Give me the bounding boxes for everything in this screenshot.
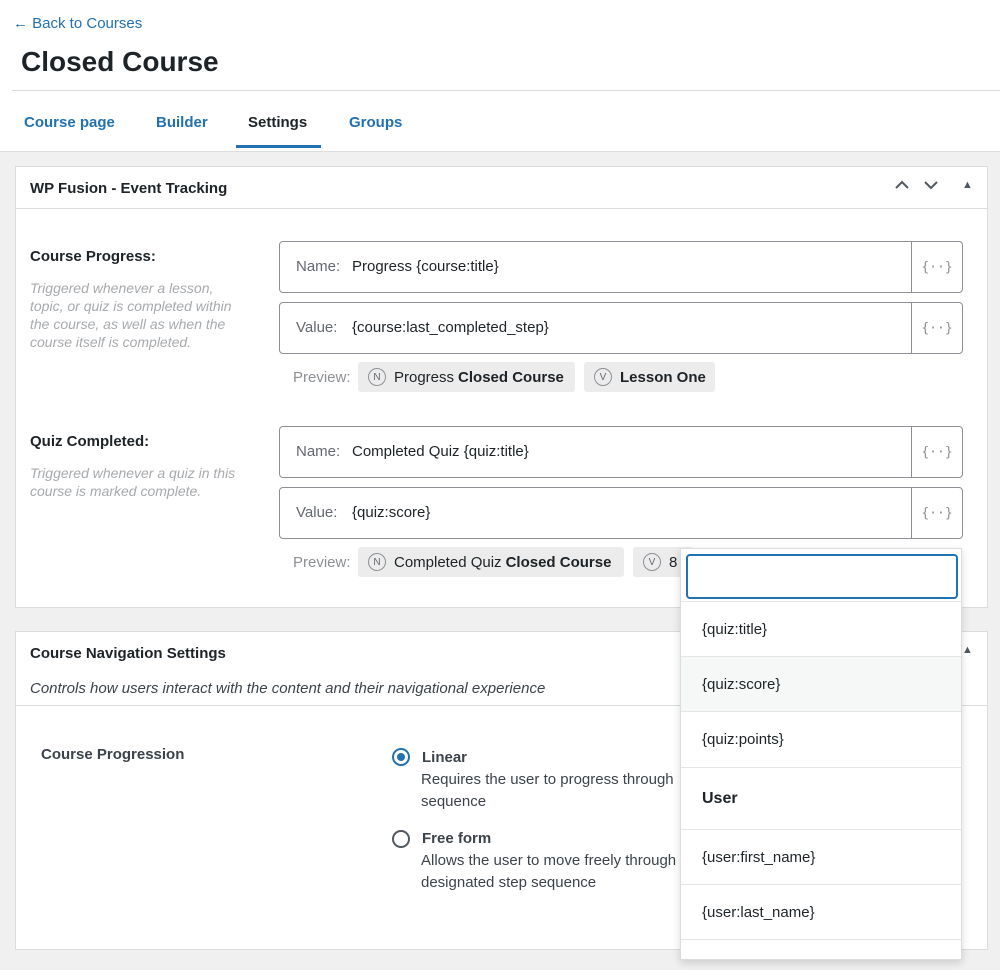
move-down-icon[interactable] (923, 177, 939, 196)
linear-option-description-line2: sequence (421, 793, 487, 810)
merge-tag-button[interactable]: {··} (911, 303, 962, 353)
back-to-courses-link[interactable]: ← Back to Courses (13, 15, 142, 32)
panel-divider (16, 208, 987, 209)
free-form-option-description-line1: Allows the user to move freely through (421, 852, 677, 869)
panel-title: Course Navigation Settings (30, 645, 226, 662)
chip-text: Completed Quiz (394, 553, 502, 571)
dropdown-option-quiz-score[interactable]: {quiz:score} (681, 656, 961, 712)
linear-option-title: Linear (422, 749, 468, 766)
quiz-completed-label: Quiz Completed: (30, 433, 150, 450)
free-form-radio[interactable] (392, 830, 410, 848)
field-value: Progress {course:title} (352, 258, 499, 275)
tab-groups[interactable]: Groups (349, 114, 402, 131)
page-title: Closed Course (21, 46, 219, 77)
merge-tag-button[interactable]: {··} (911, 242, 962, 292)
preview-label: Preview: (293, 369, 351, 386)
quiz-completed-description: Triggered whenever a quiz in this course… (30, 465, 236, 499)
merge-tag-button[interactable]: {··} (911, 488, 962, 538)
active-tab-indicator (236, 145, 321, 148)
linear-radio[interactable] (392, 748, 410, 766)
header-divider (12, 90, 1000, 91)
chip-text: Progress (394, 368, 455, 386)
tab-course-page[interactable]: Course page (24, 114, 115, 131)
course-progress-label: Course Progress: (30, 248, 156, 265)
dropdown-group-user: User (681, 767, 961, 829)
quiz-completed-name-field[interactable]: Name: Completed Quiz {quiz:title} {··} (279, 426, 963, 478)
course-progression-label: Course Progression (41, 746, 185, 763)
free-form-option-title: Free form (422, 830, 492, 847)
dropdown-option-user-first-name[interactable]: {user:first_name} (681, 829, 961, 885)
chip-bold-text: Closed Course (505, 553, 612, 571)
merge-tag-button[interactable]: {··} (911, 427, 962, 477)
collapse-toggle-icon[interactable]: ▲ (962, 179, 973, 191)
chip-text: 8 (669, 553, 678, 571)
field-value: {course:last_completed_step} (352, 319, 549, 336)
field-value: Completed Quiz {quiz:title} (352, 443, 529, 460)
value-badge-icon: V (643, 553, 661, 571)
move-up-icon[interactable] (894, 177, 910, 196)
dropdown-option-user-last-name[interactable]: {user:last_name} (681, 884, 961, 940)
preview-name-chip: N Progress Closed Course (358, 362, 575, 392)
free-form-option-description-line2: designated step sequence (421, 874, 597, 891)
page-header: ← Back to Courses Closed Course Course p… (0, 0, 1000, 152)
field-label: Name: (296, 443, 341, 460)
tab-builder[interactable]: Builder (156, 114, 208, 131)
field-value: {quiz:score} (352, 504, 431, 521)
value-badge-icon: V (594, 368, 612, 386)
preview-value-chip: V Lesson One (584, 362, 715, 392)
panel-title: WP Fusion - Event Tracking (30, 180, 228, 197)
dropdown-option-quiz-points[interactable]: {quiz:points} (681, 711, 961, 767)
chip-bold-text: Lesson One (620, 368, 706, 386)
chip-bold-text: Closed Course (458, 368, 564, 386)
preview-label: Preview: (293, 554, 351, 571)
merge-tag-search-input[interactable] (686, 554, 958, 599)
field-label: Value: (296, 504, 338, 521)
course-progress-value-field[interactable]: Value: {course:last_completed_step} {··} (279, 302, 963, 354)
field-label: Value: (296, 319, 338, 336)
name-badge-icon: N (368, 553, 386, 571)
collapse-toggle-icon[interactable]: ▲ (962, 644, 973, 656)
course-progress-description: Triggered whenever a lesson, topic, or q… (30, 280, 232, 350)
linear-option-description-line1: Requires the user to progress through (421, 771, 674, 788)
panel-description: Controls how users interact with the con… (30, 680, 546, 697)
course-progress-name-field[interactable]: Name: Progress {course:title} {··} (279, 241, 963, 293)
quiz-completed-value-field[interactable]: Value: {quiz:score} {··} (279, 487, 963, 539)
event-tracking-panel: WP Fusion - Event Tracking ▲ Course Prog… (15, 166, 988, 608)
tab-settings[interactable]: Settings (248, 114, 307, 131)
merge-tag-dropdown: {quiz:title} {quiz:score} {quiz:points} … (680, 548, 962, 960)
field-label: Name: (296, 258, 341, 275)
preview-name-chip: N Completed Quiz Closed Course (358, 547, 624, 577)
dropdown-option-quiz-title[interactable]: {quiz:title} (681, 601, 961, 657)
name-badge-icon: N (368, 368, 386, 386)
dropdown-option-user-display-name[interactable]: {user:display_name} (681, 939, 961, 959)
